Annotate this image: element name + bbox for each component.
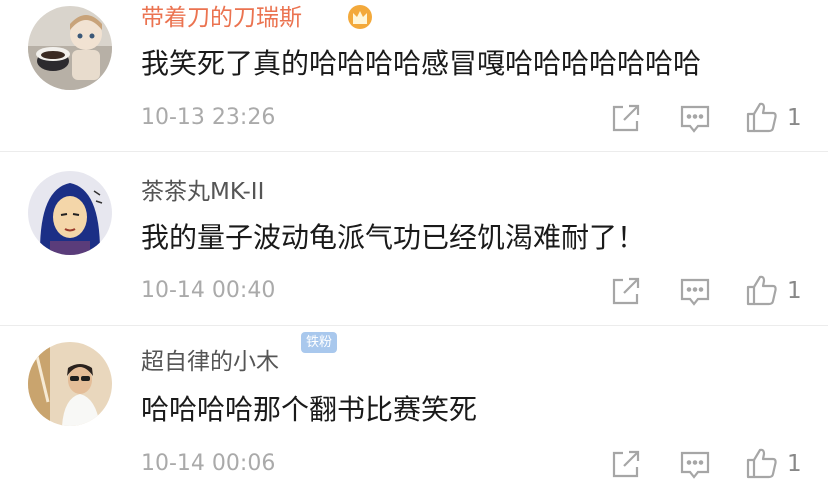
comment-text: 哈哈哈哈那个翻书比赛笑死 (141, 393, 478, 426)
comment-item: 带着刀的刀瑞斯 我笑死了真的哈哈哈哈感冒嘎哈哈哈哈哈哈哈 10-13 23:26… (0, 0, 828, 152)
crown-icon (345, 4, 375, 30)
divider (0, 151, 828, 152)
like-count: 1 (787, 278, 802, 304)
comment-icon[interactable] (678, 448, 712, 482)
avatar[interactable] (28, 171, 112, 255)
comment-icon[interactable] (678, 275, 712, 309)
avatar[interactable] (28, 6, 112, 90)
avatar[interactable] (28, 342, 112, 426)
timestamp: 10-14 00:06 (141, 451, 276, 476)
timestamp: 10-13 23:26 (141, 105, 276, 130)
comment-item: 超自律的小木 哈哈哈哈那个翻书比赛笑死 10-14 00:06 1 (0, 326, 828, 485)
like-icon[interactable] (745, 100, 779, 134)
comment-icon[interactable] (678, 102, 712, 136)
like-count: 1 (787, 451, 802, 477)
comment-text: 我笑死了真的哈哈哈哈感冒嘎哈哈哈哈哈哈哈 (141, 47, 702, 80)
like-icon[interactable] (745, 273, 779, 307)
comment-text: 我的量子波动龟派气功已经饥渴难耐了！ (141, 221, 646, 254)
share-icon[interactable] (609, 274, 643, 308)
username[interactable]: 茶茶丸MK-II (141, 177, 264, 207)
comment-item: 茶茶丸MK-II 铁粉 我的量子波动龟派气功已经饥渴难耐了！ 10-14 00:… (0, 153, 828, 353)
share-icon[interactable] (609, 101, 643, 135)
share-icon[interactable] (609, 447, 643, 481)
like-icon[interactable] (745, 446, 779, 480)
username[interactable]: 超自律的小木 (141, 347, 279, 377)
timestamp: 10-14 00:40 (141, 278, 276, 303)
like-count: 1 (787, 105, 802, 131)
username[interactable]: 带着刀的刀瑞斯 (141, 3, 302, 33)
